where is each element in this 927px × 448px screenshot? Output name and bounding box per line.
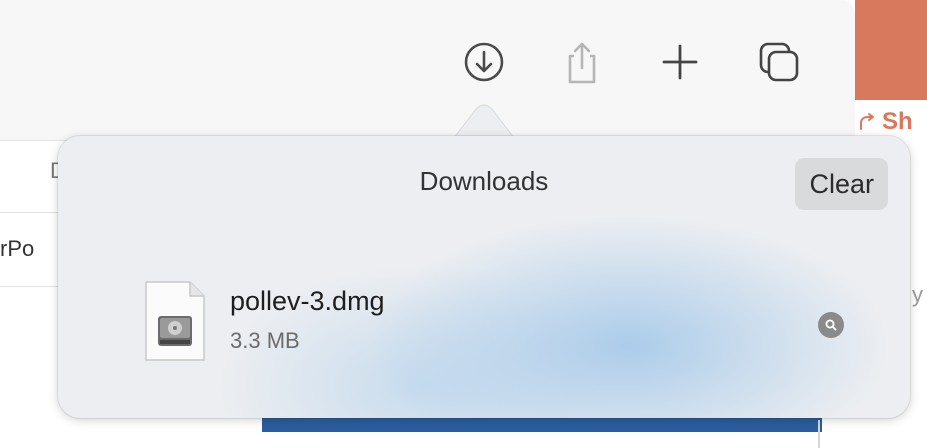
page-banner bbox=[262, 418, 822, 432]
download-icon bbox=[464, 42, 504, 82]
background-text: y bbox=[912, 282, 923, 307]
clear-button[interactable]: Clear bbox=[795, 158, 888, 210]
downloads-popover: Downloads Clear pollev-3.dmg 3.3 MB bbox=[58, 136, 910, 418]
adjacent-header bbox=[855, 0, 927, 100]
share-link[interactable]: Sh bbox=[858, 108, 927, 136]
popover-title: Downloads bbox=[419, 166, 549, 196]
plus-icon bbox=[662, 44, 698, 80]
download-item[interactable]: pollev-3.dmg 3.3 MB bbox=[144, 276, 864, 366]
background-text: rPo bbox=[0, 236, 35, 261]
share-button[interactable] bbox=[558, 38, 606, 86]
disk-image-file-icon bbox=[145, 281, 205, 361]
tab-overview-button[interactable] bbox=[755, 38, 803, 86]
magnifier-icon bbox=[825, 319, 837, 331]
file-name: pollev-3.dmg bbox=[230, 286, 385, 316]
divider bbox=[0, 286, 60, 287]
share-arrow-icon bbox=[860, 113, 874, 130]
file-size: 3.3 MB bbox=[230, 328, 300, 353]
new-tab-button[interactable] bbox=[656, 38, 704, 86]
share-link-label: Sh bbox=[882, 108, 913, 135]
tabs-icon bbox=[759, 42, 799, 82]
divider bbox=[818, 420, 820, 448]
divider bbox=[0, 212, 60, 213]
popover-arrow bbox=[454, 104, 514, 139]
browser-toolbar bbox=[0, 0, 855, 140]
show-in-finder-button[interactable] bbox=[818, 312, 844, 338]
downloads-button[interactable] bbox=[460, 38, 508, 86]
share-icon bbox=[568, 42, 596, 84]
